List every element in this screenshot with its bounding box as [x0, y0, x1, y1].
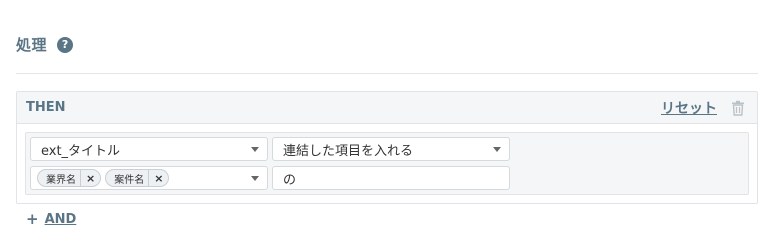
then-header-actions: リセット: [661, 98, 745, 118]
add-and-label: AND: [44, 211, 77, 227]
then-panel: THEN リセット ext_タイトル 連結した項目を入れる 業界名 × 案件名 …: [16, 91, 758, 204]
source-tag-label: 業界名: [46, 174, 76, 186]
divider: [16, 73, 758, 74]
source-tag: 案件名 ×: [105, 169, 170, 187]
joiner-input-value: の: [283, 172, 297, 188]
trash-icon[interactable]: [731, 100, 745, 116]
source-fields-multiselect[interactable]: 業界名 × 案件名 ×: [30, 166, 268, 190]
rule-editor: 処理 ? THEN リセット ext_タイトル 連結した項目を入れる 業界名 ×…: [0, 0, 773, 244]
then-label: THEN: [26, 100, 66, 115]
add-and-button[interactable]: + AND: [26, 210, 76, 228]
chevron-down-icon: [251, 147, 259, 152]
tag-remove-icon[interactable]: ×: [80, 170, 100, 186]
help-icon[interactable]: ?: [57, 36, 74, 53]
source-tag-label: 案件名: [114, 174, 145, 186]
plus-icon: +: [26, 210, 39, 228]
field-select-value: ext_タイトル: [41, 143, 121, 159]
method-select-value: 連結した項目を入れる: [283, 143, 414, 159]
field-select[interactable]: ext_タイトル: [30, 137, 268, 161]
then-header: THEN リセット: [17, 92, 757, 124]
method-select[interactable]: 連結した項目を入れる: [272, 137, 510, 161]
chevron-down-icon: [493, 147, 501, 152]
section-title: 処理: [16, 36, 48, 54]
chevron-down-icon: [251, 176, 259, 181]
reset-link[interactable]: リセット: [661, 98, 717, 118]
source-tag: 業界名 ×: [37, 169, 102, 187]
action-row: ext_タイトル 連結した項目を入れる 業界名 × 案件名 × の: [25, 132, 749, 195]
section-header: 処理 ?: [16, 34, 74, 55]
joiner-input[interactable]: の: [272, 166, 510, 190]
tag-remove-icon[interactable]: ×: [148, 170, 168, 186]
